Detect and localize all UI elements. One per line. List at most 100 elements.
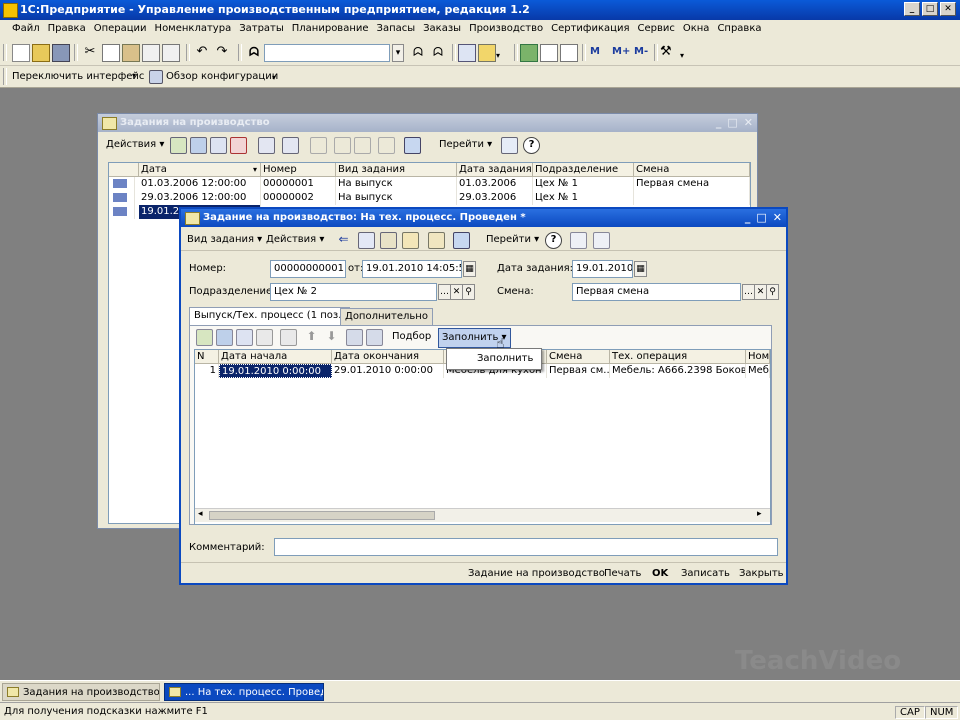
favorites-icon[interactable] <box>478 44 496 62</box>
fill-menu-item[interactable]: Заполнить <box>477 353 533 364</box>
list-refresh-icon[interactable] <box>501 137 518 154</box>
tools-dropdown-icon[interactable]: ▾ <box>680 44 690 60</box>
add-row-icon[interactable] <box>170 137 187 154</box>
department-open-button[interactable]: ⚲ <box>462 284 475 300</box>
memory-plus-button[interactable]: M+ <box>612 44 632 60</box>
list-header-number[interactable]: Номер <box>261 163 336 177</box>
taskbar-list-window[interactable]: Задания на производство <box>2 683 160 701</box>
horizontal-scrollbar[interactable]: ◂ ▸ <box>195 508 770 522</box>
row-operation[interactable]: Мебель: А666.2398 Боков... <box>610 364 746 378</box>
menu-windows[interactable]: Окна <box>679 23 714 34</box>
edit-row-icon[interactable] <box>210 137 227 154</box>
close-doc-button[interactable]: Закрыть <box>736 565 787 583</box>
tools-icon[interactable]: ⚒ <box>660 44 676 60</box>
shift-field[interactable]: Первая смена <box>572 283 741 301</box>
doc-maximize-button[interactable]: □ <box>756 211 766 224</box>
menu-nomenclature[interactable]: Номенклатура <box>151 23 236 34</box>
maximize-button[interactable]: □ <box>922 2 938 16</box>
undo-icon[interactable]: ↶ <box>194 44 210 60</box>
arrow-left-icon[interactable]: ⇐ <box>336 232 351 247</box>
sort-desc-icon[interactable] <box>366 329 383 346</box>
list-goto-button[interactable]: Перейти ▾ <box>436 136 495 154</box>
menu-operations[interactable]: Операции <box>90 23 151 34</box>
menu-orders[interactable]: Заказы <box>419 23 465 34</box>
doc-help-button[interactable]: ? <box>545 232 562 249</box>
filter-icon[interactable] <box>310 137 327 154</box>
menu-service[interactable]: Сервис <box>633 23 678 34</box>
save-button[interactable]: Записать <box>678 565 733 583</box>
copy-line-icon[interactable] <box>216 329 233 346</box>
shift-open-button[interactable]: ⚲ <box>766 284 779 300</box>
new-document-icon[interactable] <box>12 44 30 62</box>
menu-edit[interactable]: Правка <box>44 23 90 34</box>
add-line-icon[interactable] <box>196 329 213 346</box>
task-date-field[interactable]: 19.01.2010 <box>572 260 633 278</box>
refresh-doc-icon[interactable] <box>358 232 375 249</box>
task-date-calendar-icon[interactable]: ▦ <box>634 261 647 277</box>
tab-additional[interactable]: Дополнительно <box>340 308 433 326</box>
minimize-button[interactable]: _ <box>904 2 920 16</box>
save-icon[interactable] <box>52 44 70 62</box>
menu-certification[interactable]: Сертификация <box>547 23 633 34</box>
structure-icon[interactable] <box>428 232 445 249</box>
clear-filter-icon[interactable] <box>378 137 395 154</box>
binoculars-icon[interactable]: ᗣ <box>246 44 262 60</box>
edit-line-icon[interactable] <box>236 329 253 346</box>
table-header-start[interactable]: Дата начала <box>219 350 332 364</box>
redo-icon[interactable]: ↷ <box>214 44 230 60</box>
output-table[interactable]: N Дата начала Дата окончания Смена Тех. … <box>194 349 771 525</box>
copy-row-icon[interactable] <box>190 137 207 154</box>
list-actions-button[interactable]: Действия ▾ <box>103 136 167 154</box>
doc-minimize-button[interactable]: _ <box>745 211 751 224</box>
doc-actions-button[interactable]: Действия ▾ <box>263 231 327 249</box>
menu-planning[interactable]: Планирование <box>288 23 373 34</box>
memory-button[interactable]: M <box>590 44 604 60</box>
clear-icon[interactable] <box>162 44 180 62</box>
doc-close-button[interactable]: ✕ <box>773 211 782 224</box>
row-nom[interactable]: Меб <box>746 364 770 378</box>
paste-icon[interactable] <box>122 44 140 62</box>
end-edit-icon[interactable] <box>280 329 297 346</box>
row-start-date[interactable]: 19.01.2010 0:00:00 <box>219 364 332 378</box>
number-field[interactable]: 00000000001 <box>270 260 346 278</box>
table-header-end[interactable]: Дата окончания <box>332 350 444 364</box>
menu-costs[interactable]: Затраты <box>235 23 288 34</box>
based-on-doc-icon[interactable] <box>453 232 470 249</box>
task-kind-button[interactable]: Вид задания ▾ <box>184 231 265 249</box>
ok-button[interactable]: OK <box>649 565 671 583</box>
filter-list-icon[interactable] <box>334 137 351 154</box>
sort-asc-icon[interactable] <box>346 329 363 346</box>
menu-production[interactable]: Производство <box>465 23 547 34</box>
overview-config-button[interactable]: Обзор конфигурации <box>166 71 278 82</box>
table-header-shift[interactable]: Смена <box>547 350 610 364</box>
menu-help[interactable]: Справка <box>713 23 765 34</box>
list-view-icon[interactable] <box>593 232 610 249</box>
doc-goto-button[interactable]: Перейти ▾ <box>483 231 542 249</box>
find-prev-icon[interactable]: ᗣ <box>430 44 446 60</box>
tab-output[interactable]: Выпуск/Тех. процесс (1 поз.) <box>189 307 351 326</box>
table-header-operation[interactable]: Тех. операция <box>610 350 746 364</box>
move-up-icon[interactable]: ⬆ <box>304 329 319 344</box>
based-on-icon[interactable] <box>404 137 421 154</box>
search-input[interactable] <box>264 44 390 62</box>
select-button[interactable]: Подбор <box>389 328 434 346</box>
favorites-dropdown-icon[interactable]: ▾ <box>496 44 506 60</box>
scroll-thumb[interactable] <box>209 511 435 520</box>
move-down-icon[interactable]: ⬇ <box>324 329 339 344</box>
row-shift[interactable]: Первая см... <box>547 364 610 378</box>
scroll-left-icon[interactable]: ◂ <box>198 509 203 519</box>
list-header-shift[interactable]: Смена <box>634 163 750 177</box>
menu-stocks[interactable]: Запасы <box>373 23 420 34</box>
menu-file[interactable]: Файл <box>8 23 44 34</box>
close-button[interactable]: ✕ <box>940 2 956 16</box>
settings-icon[interactable] <box>570 232 587 249</box>
table-row[interactable]: 01.03.2006 12:00:00 00000001 На выпуск 0… <box>109 177 750 191</box>
list-help-button[interactable]: ? <box>523 137 540 154</box>
list-header-task-date[interactable]: Дата задания <box>457 163 533 177</box>
date-field[interactable]: 19.01.2010 14:05:52 <box>362 260 462 278</box>
post-doc-icon[interactable] <box>380 232 397 249</box>
task-print-form-button[interactable]: Задание на производство <box>465 565 608 583</box>
list-maximize-button[interactable]: □ <box>727 116 737 129</box>
delete-row-icon[interactable] <box>230 137 247 154</box>
date-calendar-icon[interactable]: ▦ <box>463 261 476 277</box>
